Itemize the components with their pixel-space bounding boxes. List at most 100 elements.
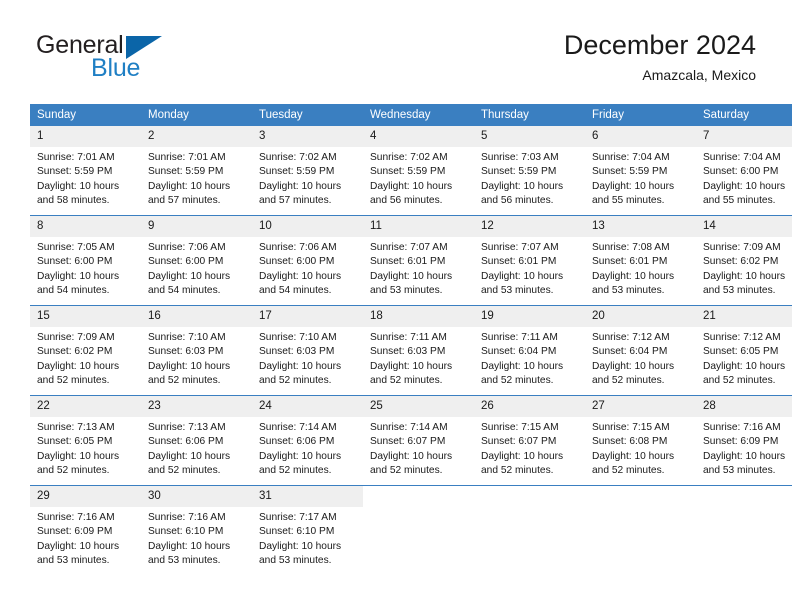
calendar-day-cell[interactable]: 26 Sunrise: 7:15 AM Sunset: 6:07 PM Dayligh… bbox=[474, 395, 585, 486]
sunrise-text: Sunrise: 7:12 AM bbox=[703, 332, 781, 343]
calendar-day-cell[interactable]: 8 Sunrise: 7:05 AM Sunset: 6:00 PM Daylight… bbox=[30, 215, 141, 306]
sunset-text: Sunset: 6:00 PM bbox=[148, 256, 224, 268]
sunset-text: Sunset: 5:59 PM bbox=[481, 166, 557, 178]
calendar-day-cell[interactable]: 13 Sunrise: 7:08 AM Sunset: 6:01 PM Dayligh… bbox=[585, 215, 696, 306]
title-block: December 2024 Amazcala, Mexico bbox=[564, 30, 756, 84]
day-number: 26 bbox=[474, 396, 585, 417]
calendar-day-cell[interactable]: 25 Sunrise: 7:14 AM Sunset: 6:07 PM Dayligh… bbox=[363, 395, 474, 486]
calendar-day-cell[interactable]: 20 Sunrise: 7:12 AM Sunset: 6:04 PM Dayligh… bbox=[585, 305, 696, 396]
daylight-text: Daylight: 10 hours and 55 minutes. bbox=[703, 180, 786, 207]
daylight-text: Daylight: 10 hours and 56 minutes. bbox=[370, 180, 453, 207]
calendar-day-cell[interactable]: 18 Sunrise: 7:11 AM Sunset: 6:03 PM Dayligh… bbox=[363, 305, 474, 396]
sunrise-text: Sunrise: 7:13 AM bbox=[148, 422, 226, 433]
sunset-text: Sunset: 6:10 PM bbox=[259, 526, 335, 538]
day-number: 7 bbox=[696, 126, 792, 147]
calendar-day-cell[interactable]: 23 Sunrise: 7:13 AM Sunset: 6:06 PM Dayligh… bbox=[141, 395, 252, 486]
day-cell-inner: 25 Sunrise: 7:14 AM Sunset: 6:07 PM Dayligh… bbox=[363, 396, 474, 485]
daylight-text: Daylight: 10 hours and 58 minutes. bbox=[37, 180, 120, 207]
day-details: Sunrise: 7:04 AM Sunset: 6:00 PM Daylight:… bbox=[696, 147, 792, 209]
calendar-day-cell[interactable]: 30 Sunrise: 7:16 AM Sunset: 6:10 PM Dayligh… bbox=[141, 485, 252, 575]
day-details: Sunrise: 7:16 AM Sunset: 6:10 PM Daylight:… bbox=[141, 507, 252, 569]
day-cell-inner: 16 Sunrise: 7:10 AM Sunset: 6:03 PM Dayligh… bbox=[141, 306, 252, 395]
day-cell-inner: 26 Sunrise: 7:15 AM Sunset: 6:07 PM Dayligh… bbox=[474, 396, 585, 485]
sunset-text: Sunset: 5:59 PM bbox=[370, 166, 446, 178]
day-details: Sunrise: 7:14 AM Sunset: 6:07 PM Daylight:… bbox=[363, 417, 474, 479]
sunrise-text: Sunrise: 7:07 AM bbox=[481, 242, 559, 253]
calendar-day-cell[interactable]: 3 Sunrise: 7:02 AM Sunset: 5:59 PM Daylight… bbox=[252, 126, 363, 216]
calendar-day-cell[interactable]: 16 Sunrise: 7:10 AM Sunset: 6:03 PM Dayligh… bbox=[141, 305, 252, 396]
day-cell-inner: 7 Sunrise: 7:04 AM Sunset: 6:00 PM Daylight… bbox=[696, 126, 792, 215]
sunset-text: Sunset: 6:06 PM bbox=[148, 436, 224, 448]
daylight-text: Daylight: 10 hours and 56 minutes. bbox=[481, 180, 564, 207]
calendar-day-cell[interactable]: 29 Sunrise: 7:16 AM Sunset: 6:09 PM Dayligh… bbox=[30, 485, 141, 575]
day-cell-inner: 23 Sunrise: 7:13 AM Sunset: 6:06 PM Dayligh… bbox=[141, 396, 252, 485]
day-cell-inner: 8 Sunrise: 7:05 AM Sunset: 6:00 PM Daylight… bbox=[30, 216, 141, 305]
day-cell-inner: 5 Sunrise: 7:03 AM Sunset: 5:59 PM Daylight… bbox=[474, 126, 585, 215]
sunrise-text: Sunrise: 7:02 AM bbox=[370, 152, 448, 163]
sunrise-text: Sunrise: 7:06 AM bbox=[259, 242, 337, 253]
day-details: Sunrise: 7:17 AM Sunset: 6:10 PM Daylight:… bbox=[252, 507, 363, 569]
calendar-day-cell[interactable]: 9 Sunrise: 7:06 AM Sunset: 6:00 PM Daylight… bbox=[141, 215, 252, 306]
calendar-day-cell[interactable]: 27 Sunrise: 7:15 AM Sunset: 6:08 PM Dayligh… bbox=[585, 395, 696, 486]
calendar-day-cell[interactable]: 14 Sunrise: 7:09 AM Sunset: 6:02 PM Dayligh… bbox=[696, 215, 792, 306]
calendar-day-cell[interactable]: 28 Sunrise: 7:16 AM Sunset: 6:09 PM Dayligh… bbox=[696, 395, 792, 486]
sunrise-text: Sunrise: 7:03 AM bbox=[481, 152, 559, 163]
day-number: 12 bbox=[474, 216, 585, 237]
sunset-text: Sunset: 6:01 PM bbox=[481, 256, 557, 268]
calendar-day-cell[interactable]: 6 Sunrise: 7:04 AM Sunset: 5:59 PM Daylight… bbox=[585, 126, 696, 216]
sunrise-text: Sunrise: 7:02 AM bbox=[259, 152, 337, 163]
day-details: Sunrise: 7:13 AM Sunset: 6:05 PM Daylight:… bbox=[30, 417, 141, 479]
day-number: 1 bbox=[30, 126, 141, 147]
day-cell-inner: 30 Sunrise: 7:16 AM Sunset: 6:10 PM Dayligh… bbox=[141, 486, 252, 575]
calendar-day-cell[interactable]: 19 Sunrise: 7:11 AM Sunset: 6:04 PM Dayligh… bbox=[474, 305, 585, 396]
daylight-text: Daylight: 10 hours and 52 minutes. bbox=[37, 450, 120, 477]
calendar-day-cell[interactable]: 11 Sunrise: 7:07 AM Sunset: 6:01 PM Dayligh… bbox=[363, 215, 474, 306]
calendar-day-cell[interactable]: 12 Sunrise: 7:07 AM Sunset: 6:01 PM Dayligh… bbox=[474, 215, 585, 306]
calendar-week-row: 8 Sunrise: 7:05 AM Sunset: 6:00 PM Daylight… bbox=[30, 215, 792, 306]
calendar-day-cell[interactable]: 7 Sunrise: 7:04 AM Sunset: 6:00 PM Daylight… bbox=[696, 126, 792, 216]
sunrise-text: Sunrise: 7:10 AM bbox=[148, 332, 226, 343]
calendar-day-cell[interactable]: 22 Sunrise: 7:13 AM Sunset: 6:05 PM Dayligh… bbox=[30, 395, 141, 486]
day-number: 14 bbox=[696, 216, 792, 237]
sunset-text: Sunset: 6:09 PM bbox=[703, 436, 779, 448]
brand-logo[interactable]: General Blue bbox=[36, 33, 236, 89]
calendar-day-cell[interactable]: 24 Sunrise: 7:14 AM Sunset: 6:06 PM Dayligh… bbox=[252, 395, 363, 486]
calendar-day-cell[interactable]: 1 Sunrise: 7:01 AM Sunset: 5:59 PM Daylight… bbox=[30, 126, 141, 216]
day-cell-inner: 17 Sunrise: 7:10 AM Sunset: 6:03 PM Dayligh… bbox=[252, 306, 363, 395]
day-number bbox=[585, 486, 696, 507]
day-number: 28 bbox=[696, 396, 792, 417]
day-cell-inner: 1 Sunrise: 7:01 AM Sunset: 5:59 PM Daylight… bbox=[30, 126, 141, 215]
calendar-day-cell[interactable]: 31 Sunrise: 7:17 AM Sunset: 6:10 PM Dayligh… bbox=[252, 485, 363, 575]
day-cell-inner: 6 Sunrise: 7:04 AM Sunset: 5:59 PM Daylight… bbox=[585, 126, 696, 215]
calendar-day-cell[interactable]: 21 Sunrise: 7:12 AM Sunset: 6:05 PM Dayligh… bbox=[696, 305, 792, 396]
calendar-day-cell[interactable]: 10 Sunrise: 7:06 AM Sunset: 6:00 PM Dayligh… bbox=[252, 215, 363, 306]
day-details: Sunrise: 7:16 AM Sunset: 6:09 PM Daylight:… bbox=[30, 507, 141, 569]
day-number: 6 bbox=[585, 126, 696, 147]
day-cell-inner bbox=[474, 486, 585, 575]
sunset-text: Sunset: 6:02 PM bbox=[37, 346, 113, 358]
day-number: 4 bbox=[363, 126, 474, 147]
day-cell-inner: 3 Sunrise: 7:02 AM Sunset: 5:59 PM Daylight… bbox=[252, 126, 363, 215]
sunset-text: Sunset: 6:07 PM bbox=[370, 436, 446, 448]
calendar-day-cell[interactable]: 2 Sunrise: 7:01 AM Sunset: 5:59 PM Daylight… bbox=[141, 126, 252, 216]
daylight-text: Daylight: 10 hours and 52 minutes. bbox=[703, 360, 786, 387]
calendar-week-row: 22 Sunrise: 7:13 AM Sunset: 6:05 PM Dayligh… bbox=[30, 395, 792, 486]
day-cell-inner: 29 Sunrise: 7:16 AM Sunset: 6:09 PM Dayligh… bbox=[30, 486, 141, 575]
calendar-day-cell[interactable]: 5 Sunrise: 7:03 AM Sunset: 5:59 PM Daylight… bbox=[474, 126, 585, 216]
calendar-day-cell[interactable]: 4 Sunrise: 7:02 AM Sunset: 5:59 PM Daylight… bbox=[363, 126, 474, 216]
daylight-text: Daylight: 10 hours and 52 minutes. bbox=[481, 450, 564, 477]
day-details: Sunrise: 7:15 AM Sunset: 6:08 PM Daylight:… bbox=[585, 417, 696, 479]
calendar-day-cell[interactable]: 15 Sunrise: 7:09 AM Sunset: 6:02 PM Dayligh… bbox=[30, 305, 141, 396]
sunset-text: Sunset: 6:05 PM bbox=[37, 436, 113, 448]
sunrise-text: Sunrise: 7:01 AM bbox=[37, 152, 115, 163]
calendar-week-row: 29 Sunrise: 7:16 AM Sunset: 6:09 PM Dayligh… bbox=[30, 485, 792, 575]
sunset-text: Sunset: 6:04 PM bbox=[481, 346, 557, 358]
weekday-header-tuesday: Tuesday bbox=[252, 104, 363, 126]
calendar-page: General Blue December 2024 Amazcala, Mex… bbox=[0, 0, 792, 612]
day-number: 23 bbox=[141, 396, 252, 417]
calendar-day-cell[interactable]: 17 Sunrise: 7:10 AM Sunset: 6:03 PM Dayligh… bbox=[252, 305, 363, 396]
day-cell-inner bbox=[585, 486, 696, 575]
weekday-header-thursday: Thursday bbox=[474, 104, 585, 126]
sunset-text: Sunset: 6:00 PM bbox=[259, 256, 335, 268]
daylight-text: Daylight: 10 hours and 57 minutes. bbox=[259, 180, 342, 207]
